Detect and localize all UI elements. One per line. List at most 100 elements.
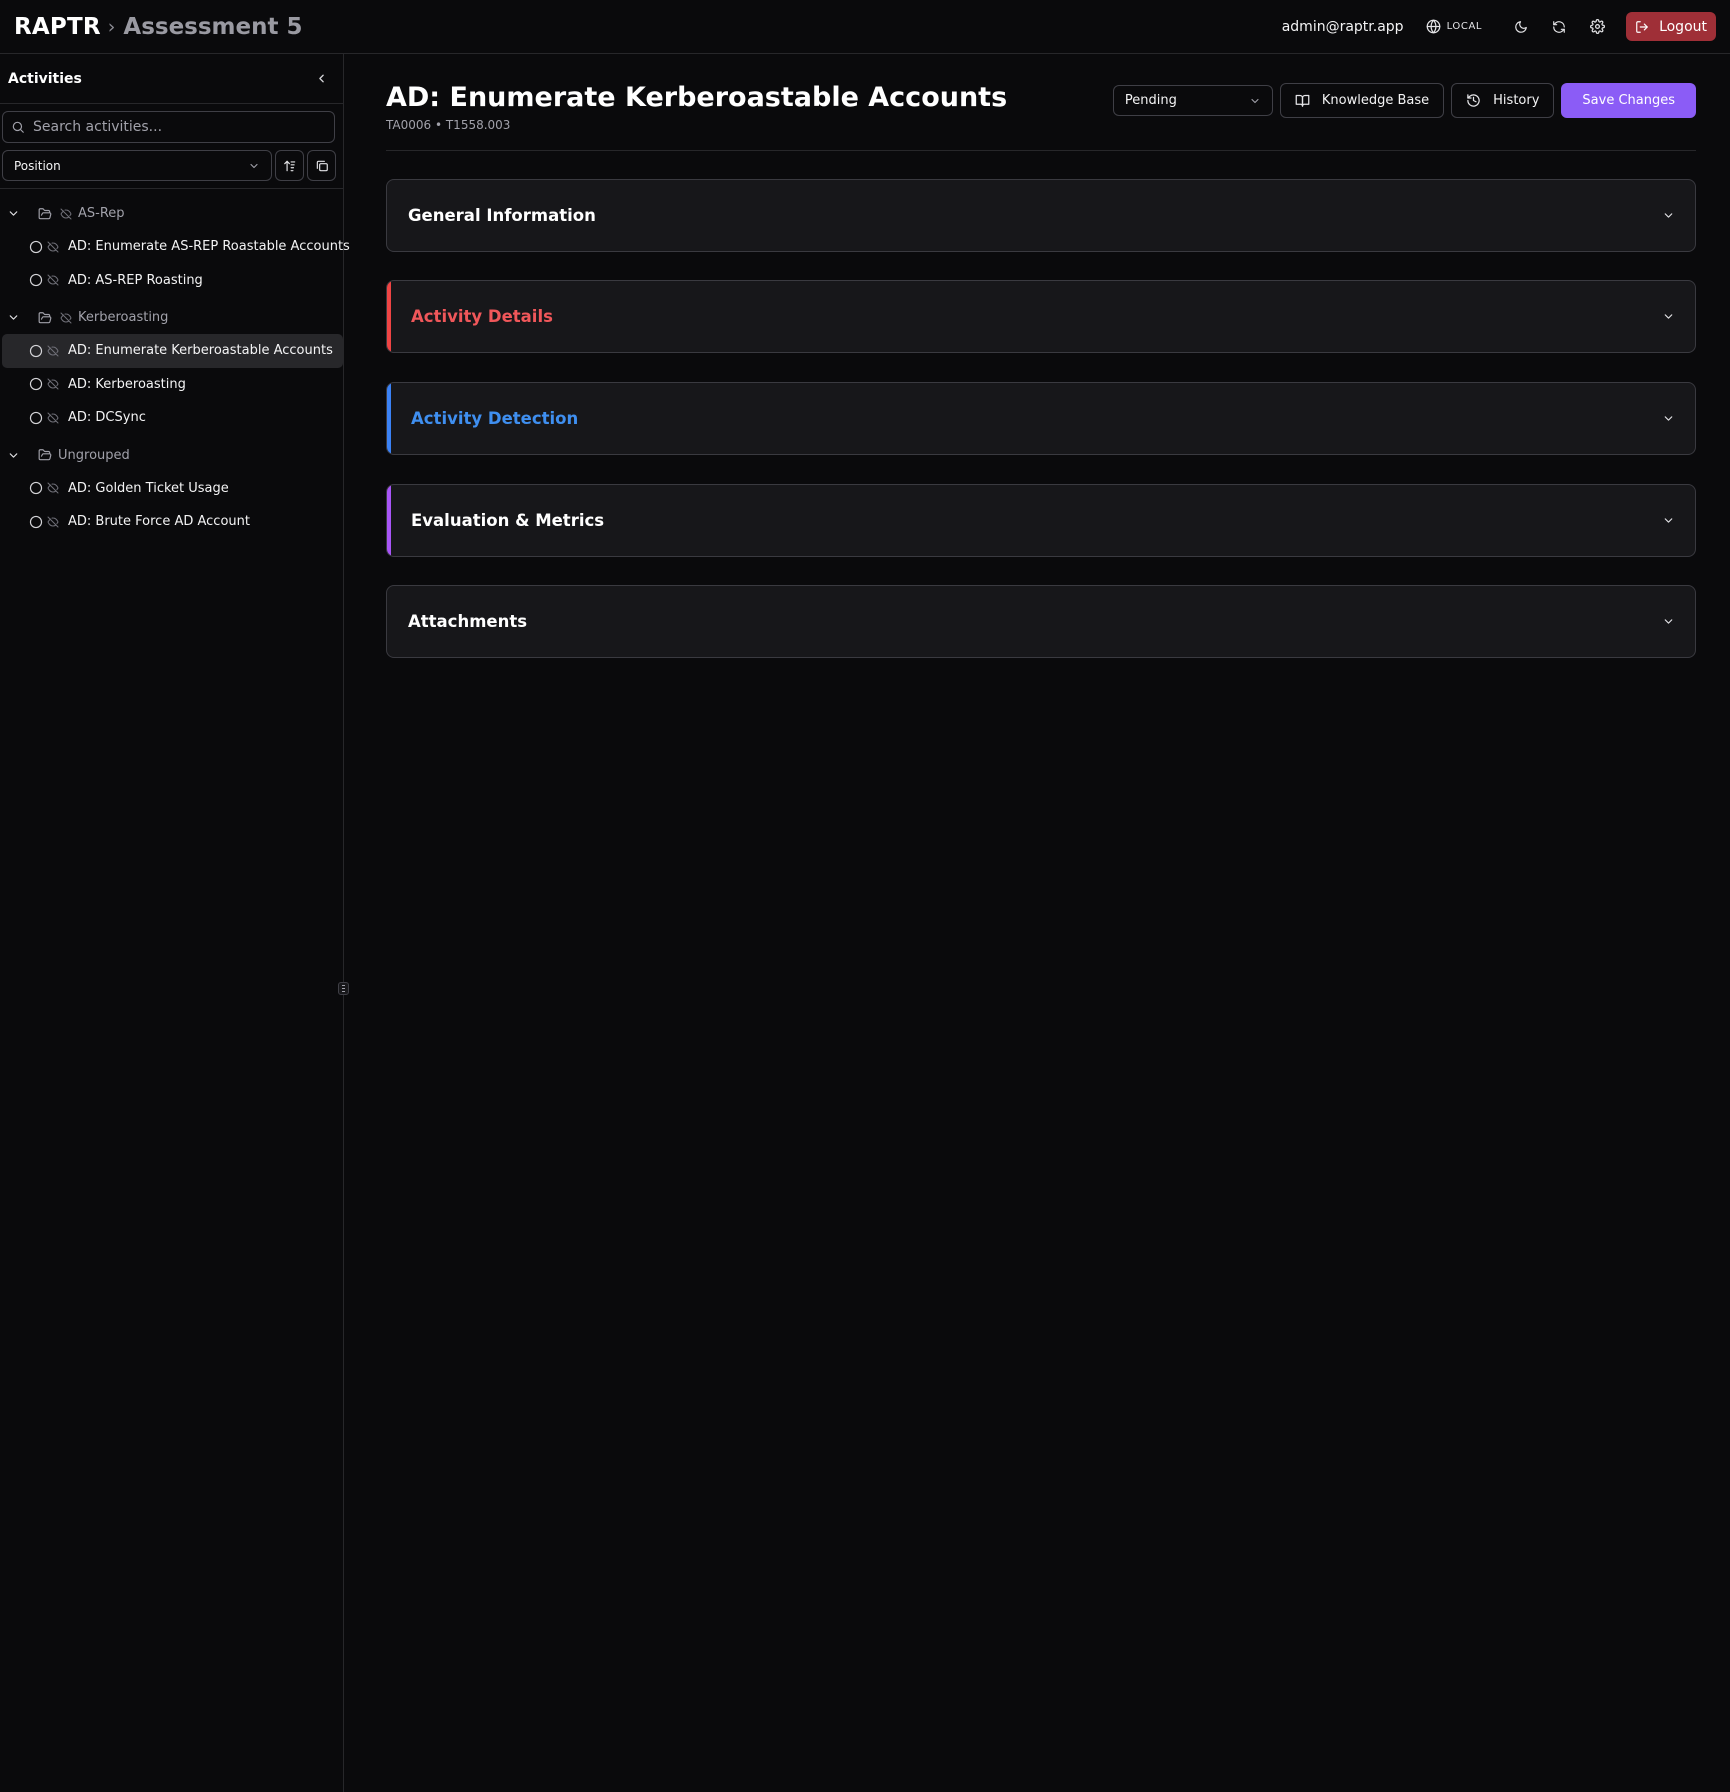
history-icon: [1466, 93, 1481, 108]
sidebar-title: Activities: [8, 70, 82, 87]
hidden-icon[interactable]: [47, 274, 59, 286]
group-label: AS-Rep: [78, 206, 125, 221]
history-button[interactable]: History: [1451, 83, 1555, 118]
hidden-icon[interactable]: [60, 208, 72, 220]
hidden-icon[interactable]: [47, 516, 59, 528]
activity-item-label: AD: Enumerate Kerberoastable Accounts: [68, 343, 333, 359]
breadcrumb-assessment[interactable]: Assessment 5: [123, 14, 302, 40]
knowledge-base-label: Knowledge Base: [1321, 93, 1430, 108]
chevron-down-icon: [248, 160, 260, 172]
sort-direction-button[interactable]: [275, 150, 304, 181]
folder-icon: [38, 207, 52, 221]
sidebar-resize-handle[interactable]: [338, 982, 349, 995]
logout-icon: [1635, 20, 1649, 34]
activity-item[interactable]: AD: Brute Force AD Account: [2, 505, 343, 539]
activity-item-label: AD: AS-REP Roasting: [68, 272, 203, 288]
environment-indicator[interactable]: LOCAL: [1426, 19, 1482, 34]
activity-item[interactable]: AD: Kerberoasting: [2, 368, 343, 402]
status-select-value: Pending: [1124, 93, 1177, 108]
status-circle-icon[interactable]: [29, 273, 43, 287]
activity-item-label: AD: Brute Force AD Account: [68, 514, 250, 530]
top-bar-actions: admin@raptr.app LOCAL Logout: [1282, 0, 1716, 53]
gear-icon: [1589, 19, 1605, 34]
sidebar-header: Activities: [0, 54, 343, 104]
status-circle-icon[interactable]: [29, 240, 43, 254]
chevron-down-icon: [1662, 412, 1675, 425]
group-as-rep[interactable]: AS-Rep: [0, 197, 343, 230]
section-activity-details[interactable]: Activity Details: [386, 280, 1696, 353]
activity-item[interactable]: AD: Golden Ticket Usage: [2, 472, 343, 506]
section-evaluation-and-metrics[interactable]: Evaluation & Metrics: [386, 484, 1696, 557]
section-activity-detection[interactable]: Activity Detection: [386, 382, 1696, 455]
theme-toggle-button[interactable]: [1507, 13, 1535, 41]
status-circle-icon[interactable]: [29, 344, 43, 358]
sort-controls: Position: [2, 150, 336, 181]
logout-label: Logout: [1659, 18, 1707, 35]
moon-icon: [1514, 20, 1528, 34]
chevron-down-icon[interactable]: [7, 207, 23, 220]
sort-select[interactable]: Position: [2, 150, 272, 181]
group-ungrouped[interactable]: Ungrouped: [0, 439, 343, 472]
hidden-icon[interactable]: [60, 312, 72, 324]
logout-button[interactable]: Logout: [1626, 12, 1716, 41]
activity-item[interactable]: AD: DCSync: [2, 401, 343, 435]
settings-button[interactable]: [1583, 13, 1611, 41]
section-attachments[interactable]: Attachments: [386, 585, 1696, 658]
group-label: Ungrouped: [58, 447, 130, 463]
editor-actions: Pending Knowledge Base History Save Chan…: [1112, 83, 1696, 118]
sort-select-value: Position: [14, 158, 61, 173]
environment-label: LOCAL: [1446, 21, 1483, 32]
hidden-icon[interactable]: [47, 241, 59, 253]
chevron-left-icon: [315, 72, 328, 85]
section-title: Evaluation & Metrics: [411, 511, 605, 530]
activity-item-label: AD: Enumerate AS-REP Roastable Accounts: [68, 239, 350, 255]
search-box: [2, 111, 335, 143]
section-general-information[interactable]: General Information: [386, 179, 1696, 252]
section-title: Attachments: [408, 612, 528, 631]
save-changes-button[interactable]: Save Changes: [1561, 83, 1696, 118]
hidden-icon[interactable]: [47, 482, 59, 494]
chevron-down-icon: [1249, 95, 1261, 107]
chevron-down-icon: [1662, 615, 1675, 628]
collapse-sidebar-button[interactable]: [307, 65, 335, 93]
search-icon: [11, 120, 25, 134]
section-title: Activity Details: [411, 307, 553, 326]
activity-item-label: AD: Kerberoasting: [68, 376, 186, 392]
page-title: AD: Enumerate Kerberoastable Accounts: [386, 82, 1008, 113]
folder-icon: [38, 448, 52, 462]
refresh-button[interactable]: [1545, 13, 1573, 41]
toggle-groups-button[interactable]: [307, 150, 336, 181]
sort-arrows-icon: [283, 159, 297, 173]
activity-item[interactable]: AD: Enumerate AS-REP Roastable Accounts: [2, 230, 350, 264]
header-divider: [386, 150, 1696, 151]
activity-item-label: AD: DCSync: [68, 410, 146, 426]
activities-sidebar: Activities Position: [0, 54, 350, 1792]
history-label: History: [1493, 93, 1540, 108]
chevron-down-icon: [1662, 209, 1675, 222]
activity-item[interactable]: AD: AS-REP Roasting: [2, 264, 343, 298]
status-circle-icon[interactable]: [29, 515, 43, 529]
stack-icon: [315, 159, 329, 173]
chevron-down-icon[interactable]: [7, 311, 23, 324]
search-input[interactable]: [33, 119, 323, 135]
status-select[interactable]: Pending: [1112, 85, 1273, 116]
globe-icon: [1426, 19, 1441, 34]
hidden-icon[interactable]: [47, 378, 59, 390]
brand-logo[interactable]: RAPTR: [14, 14, 101, 40]
user-email: admin@raptr.app: [1281, 18, 1404, 35]
status-circle-icon[interactable]: [29, 481, 43, 495]
status-circle-icon[interactable]: [29, 411, 43, 425]
hidden-icon[interactable]: [47, 345, 59, 357]
breadcrumb-separator: ›: [107, 15, 116, 38]
section-accent-bar: [387, 485, 391, 556]
folder-icon: [38, 311, 52, 325]
refresh-icon: [1552, 20, 1566, 34]
status-circle-icon[interactable]: [29, 377, 43, 391]
activity-item[interactable]: AD: Enumerate Kerberoastable Accounts: [2, 334, 343, 368]
group-label: Kerberoasting: [78, 310, 169, 325]
chevron-down-icon[interactable]: [7, 449, 23, 462]
hidden-icon[interactable]: [47, 412, 59, 424]
technique-ids: TA0006 • T1558.003: [386, 118, 511, 132]
knowledge-base-button[interactable]: Knowledge Base: [1279, 83, 1445, 118]
group-kerberoasting[interactable]: Kerberoasting: [0, 301, 343, 334]
